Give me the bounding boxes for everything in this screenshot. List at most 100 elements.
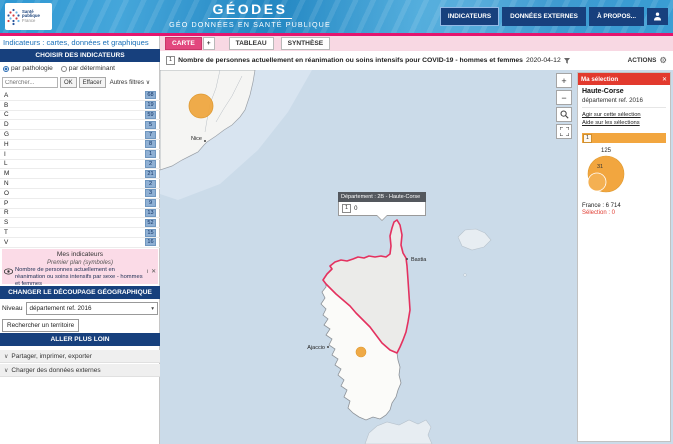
selected-level: département ref. 2016 — [582, 97, 666, 108]
letter-label: M — [4, 170, 9, 177]
letter-row-p[interactable]: P9 — [0, 199, 160, 209]
accordion-label: Charger des données externes — [11, 367, 100, 374]
city-label-bastia: Bastia — [411, 257, 427, 263]
remove-indicator-icon[interactable]: ✕ — [151, 269, 156, 275]
tooltip-value: 0 — [354, 206, 357, 212]
letter-row-a[interactable]: A 68 — [0, 91, 160, 101]
selection-help-link[interactable]: Aide sur les sélections — [582, 120, 666, 126]
search-input[interactable] — [2, 77, 58, 88]
bastia-dot — [406, 258, 408, 260]
app-brand: GÉODES GÉO DONNÉES EN SANTÉ PUBLIQUE — [130, 1, 370, 29]
date-filter-icon[interactable] — [564, 58, 570, 64]
legend-circles: 125 31 — [582, 143, 666, 197]
letter-count-badge: 19 — [145, 101, 156, 109]
letter-label: G — [4, 131, 9, 138]
letter-label: A — [4, 92, 8, 99]
search-territory-button[interactable]: Rechercher un territoire — [2, 319, 79, 332]
letter-label: L — [4, 160, 8, 167]
accordion-external-data[interactable]: ∨Charger des données externes — [0, 364, 160, 377]
indicator-letter-list: A68 B19 C59 D5 G7 H8 I1 L2 M21 N2 O3 P9 … — [0, 91, 160, 248]
ajaccio-dot — [327, 346, 329, 348]
letter-count-badge: 52 — [145, 219, 156, 227]
letter-row-m[interactable]: M21 — [0, 169, 160, 179]
letter-count-badge: 3 — [145, 189, 156, 197]
letter-row-v[interactable]: V16 — [0, 238, 160, 248]
more-filters-toggle[interactable]: Autres filtres ∨ — [110, 79, 151, 86]
accessibility-button[interactable] — [647, 8, 668, 25]
search-clear-button[interactable]: Effacer — [79, 77, 106, 88]
nav-donnees-externes[interactable]: DONNÉES EXTERNES — [502, 7, 586, 26]
eye-icon[interactable] — [4, 268, 13, 275]
letter-row-b[interactable]: B19 — [0, 101, 160, 111]
actions-menu-button[interactable]: ACTIONS ⚙ — [628, 55, 667, 66]
radio-selected-icon — [3, 66, 9, 72]
logo-dots-icon — [7, 8, 20, 26]
letter-count-badge: 2 — [145, 180, 156, 188]
letter-row-c[interactable]: C 59 — [0, 111, 160, 121]
letter-count-badge: 9 — [145, 199, 156, 207]
selection-title: Ma sélection — [581, 76, 618, 83]
letter-row-h[interactable]: H8 — [0, 140, 160, 150]
zoom-out-button[interactable]: − — [556, 90, 572, 105]
map-tooltip: Département : 2B - Haute-Corse 1 0 — [338, 192, 426, 216]
tab-carte[interactable]: CARTE — [165, 37, 202, 50]
legend-index-badge: 1 — [583, 134, 592, 143]
choose-indicators-banner[interactable]: CHOISIR DES INDICATEURS — [0, 49, 160, 62]
letter-count-badge: 2 — [145, 160, 156, 168]
zoom-search-button[interactable] — [556, 107, 572, 122]
legend-selection-total: Sélection : 0 — [582, 210, 666, 216]
letter-label: C — [4, 111, 9, 118]
letter-count-badge: 13 — [145, 209, 156, 217]
add-view-button[interactable]: + — [203, 37, 215, 50]
legend-mid-value: 31 — [597, 164, 603, 170]
legend-france-total: France : 6 714 — [582, 203, 666, 209]
letter-row-g[interactable]: G7 — [0, 130, 160, 140]
radio-par-pathologie[interactable]: par pathologie — [3, 65, 53, 72]
act-on-selection-link[interactable]: Agir sur cette sélection — [582, 112, 666, 118]
change-geography-banner[interactable]: CHANGER LE DÉCOUPAGE GÉOGRAPHIQUE — [0, 286, 160, 299]
indicator-search-row: OK Effacer Autres filtres ∨ — [2, 77, 158, 88]
nav-indicateurs[interactable]: INDICATEURS — [440, 7, 499, 26]
tab-synthese[interactable]: SYNTHÈSE — [281, 37, 331, 50]
letter-count-badge: 59 — [145, 111, 156, 119]
full-extent-button[interactable] — [556, 124, 572, 139]
letter-count-badge: 1 — [145, 150, 156, 158]
symbol-circle-corse-du-sud[interactable] — [356, 347, 366, 357]
symbol-circle-alpes-maritimes[interactable] — [189, 94, 213, 118]
small-island — [464, 274, 467, 277]
legend-max-value: 125 — [601, 148, 612, 154]
letter-row-t[interactable]: T15 — [0, 228, 160, 238]
search-ok-button[interactable]: OK — [60, 77, 77, 88]
close-icon[interactable]: ✕ — [662, 76, 667, 83]
map-viewport[interactable]: Nice Bastia Ajaccio Département : 2B - H… — [160, 70, 673, 444]
letter-row-r[interactable]: R13 — [0, 209, 160, 219]
letter-count-badge: 7 — [145, 131, 156, 139]
go-further-banner[interactable]: ALLER PLUS LOIN — [0, 333, 160, 346]
tab-tableau[interactable]: TABLEAU — [229, 37, 274, 50]
letter-row-o[interactable]: O3 — [0, 189, 160, 199]
my-indicator-item[interactable]: Nombre de personnes actuellement en réan… — [15, 267, 145, 288]
sante-publique-france-logo[interactable]: Santé publique France — [5, 3, 52, 30]
nav-a-propos[interactable]: À PROPOS... — [589, 7, 644, 26]
accordion-label: Partager, imprimer, exporter — [11, 353, 92, 360]
level-select[interactable]: département ref. 2016 ▾ — [26, 302, 158, 315]
view-tabbar: CARTE + TABLEAU SYNTHÈSE — [160, 36, 673, 51]
letter-label: P — [4, 200, 8, 207]
letter-row-l[interactable]: L2 — [0, 160, 160, 170]
indicator-date[interactable]: 2020-04-12 — [526, 57, 561, 64]
letter-count-badge: 68 — [145, 91, 156, 99]
radio-par-determinant[interactable]: par déterminant — [61, 65, 115, 72]
letter-row-i[interactable]: I1 — [0, 150, 160, 160]
radio-unselected-icon — [61, 66, 67, 72]
info-icon[interactable]: i — [147, 269, 148, 275]
my-indicators-plan: Premier plan (symboles) — [2, 259, 158, 266]
accordion-share-export[interactable]: ∨Partager, imprimer, exporter — [0, 350, 160, 363]
radio-determinant-label: par déterminant — [69, 65, 115, 72]
letter-row-d[interactable]: D5 — [0, 120, 160, 130]
header-nav: INDICATEURS DONNÉES EXTERNES À PROPOS... — [440, 7, 668, 26]
letter-row-s[interactable]: S 52 — [0, 218, 160, 228]
letter-label: S — [4, 219, 8, 226]
letter-row-n[interactable]: N2 — [0, 179, 160, 189]
zoom-in-button[interactable]: + — [556, 73, 572, 88]
level-row: Niveau département ref. 2016 ▾ — [2, 302, 158, 315]
